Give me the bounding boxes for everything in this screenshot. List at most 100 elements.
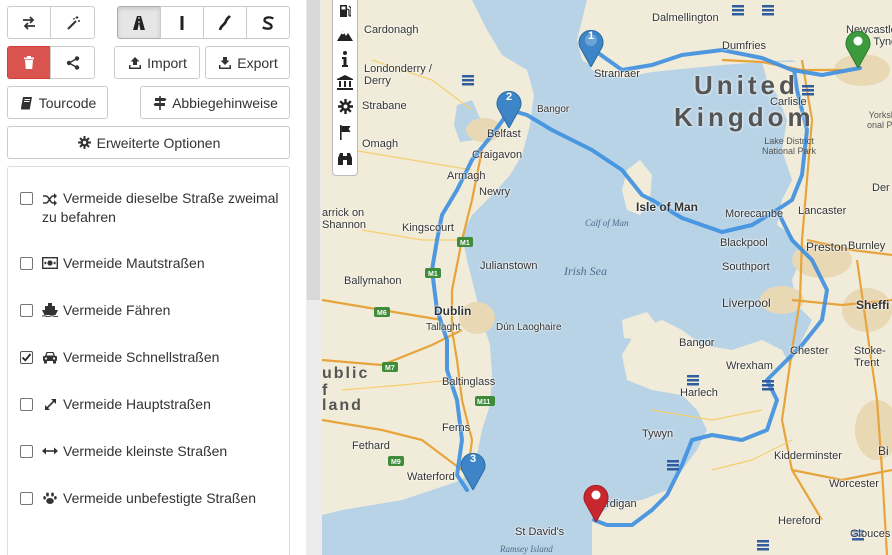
option-avoid-motorways[interactable]: Vermeide Schnellstraßen [20,348,219,367]
town-label: St David's [515,526,565,538]
avoid-main-roads-checkbox[interactable] [20,398,33,411]
road-shield-label: M9 [391,459,401,466]
panel-splitter[interactable] [306,0,322,555]
tourcode-label: Tourcode [38,94,97,111]
avoid-motorways-label: Vermeide Schnellstraßen [63,349,220,365]
book-icon [19,95,35,111]
trash-icon [21,55,37,71]
delete-button[interactable] [7,46,51,79]
town-label: Omagh [362,138,399,150]
option-avoid-unpaved-roads[interactable]: Vermeide unbefestigte Straßen [20,489,256,508]
export-label: Export [237,54,278,71]
info-icon [341,50,349,70]
avoid-main-roads-label: Vermeide Hauptstraßen [63,396,211,412]
start-marker[interactable] [582,482,610,524]
advanced-options-label: Erweiterte Optionen [96,134,221,151]
import-button[interactable]: Import [114,46,200,79]
option-avoid-same-road[interactable]: Vermeide dieselbe Straße zweimal zu befa… [20,189,280,227]
route-mode-scurve-button[interactable] [246,6,290,39]
town-label: Belfast [487,128,521,140]
town-label: Lancaster [798,205,847,217]
signpost-icon [152,95,168,111]
road-shield-label: M7 [385,365,395,372]
mountain-layer-button[interactable] [333,24,357,48]
avoid-same-road-label: Vermeide dieselbe Straße zweimal zu befa… [42,190,279,225]
avoid-smallest-roads-checkbox[interactable] [20,445,33,458]
mountain-icon [337,28,353,44]
swap-icon [21,15,37,31]
curve-icon [217,14,233,31]
avoid-ferries-checkbox[interactable] [20,304,33,317]
avoid-motorways-checkbox[interactable] [20,351,33,364]
avoid-tolls-checkbox[interactable] [20,257,33,270]
flag-layer-button[interactable] [333,122,357,146]
town-label: Julianstown [480,260,538,272]
fuel-layer-button[interactable] [333,0,357,24]
directions-label: Abbiegehinweise [172,94,278,111]
money-icon [42,255,58,271]
binoculars-layer-button[interactable] [333,148,357,172]
route-mode-road-button[interactable] [117,6,161,39]
town-label: Tallaght [426,322,461,333]
expand-icon [42,396,58,412]
town-label: Stranraer [594,68,640,80]
avoid-smallest-roads-label: Vermeide kleinste Straßen [63,443,228,459]
town-label: Burnley [848,240,886,252]
upload-icon [127,55,143,71]
arrows-h-icon [42,443,58,459]
town-label: Dumfries [722,40,767,52]
option-avoid-tolls[interactable]: Vermeide Mautstraßen [20,254,205,273]
magic-wand-button[interactable] [50,6,95,39]
advanced-options-button[interactable]: Erweiterte Optionen [7,126,290,159]
map-view[interactable]: M1 M1 M6 M7 M9 M11 United Kingdom ublic … [322,0,892,555]
town-label: Cardonagh [364,24,419,36]
park-label-lake-district: Lake District National Park [762,136,817,156]
country-label-ie-1: ublic [322,365,370,382]
town-label: Kingscourt [402,222,454,234]
waypoint-number: 1 [587,30,595,42]
option-avoid-main-roads[interactable]: Vermeide Hauptstraßen [20,395,211,414]
town-label: Newry [479,186,511,198]
share-button[interactable] [50,46,95,79]
island-label-isle-of-man: Isle of Man [636,200,699,214]
straight-line-icon [174,15,190,31]
settings-layer-button[interactable] [333,96,357,120]
town-label: Ferns [442,422,471,434]
option-avoid-ferries[interactable]: Vermeide Fähren [20,301,170,320]
waypoint-marker-2[interactable]: 2 [495,88,523,130]
town-label: Dalmellington [652,12,719,24]
destination-marker[interactable] [844,28,872,70]
town-label: Wrexham [726,360,773,372]
tourcode-button[interactable]: Tourcode [7,86,108,119]
route-mode-curve-button[interactable] [203,6,247,39]
avoid-same-road-checkbox[interactable] [20,192,33,205]
town-label: Liverpool [722,296,771,310]
town-label: Harlech [680,387,718,399]
export-button[interactable]: Export [205,46,290,79]
directions-button[interactable]: Abbiegehinweise [140,86,290,119]
town-label: Hereford [778,515,821,527]
ship-icon [42,302,58,318]
town-label: Ballymahon [344,275,402,287]
import-label: Import [147,54,187,71]
waypoint-marker-1[interactable]: 1 [577,27,605,69]
splitter-handle[interactable] [307,0,320,300]
country-label-ie-3: land [322,397,363,414]
museum-icon [337,75,353,93]
avoid-options-panel: Vermeide dieselbe Straße zweimal zu befa… [7,166,290,555]
road-shield-label: M6 [377,310,387,317]
option-avoid-smallest-roads[interactable]: Vermeide kleinste Straßen [20,442,227,461]
avoid-unpaved-roads-checkbox[interactable] [20,492,33,505]
route-mode-straight-button[interactable] [160,6,204,39]
town-label: Tywyn [642,428,674,440]
town-label: Sheffi [856,298,890,312]
town-label: Baltinglass [442,376,496,388]
swap-button[interactable] [7,6,51,39]
s-curve-icon [260,15,276,31]
gear-icon [77,135,93,151]
museum-layer-button[interactable] [333,72,357,96]
town-label: Southport [722,261,770,273]
waypoint-marker-3[interactable]: 3 [459,450,487,492]
info-layer-button[interactable] [333,48,357,72]
road-shield-label: M11 [477,399,490,406]
